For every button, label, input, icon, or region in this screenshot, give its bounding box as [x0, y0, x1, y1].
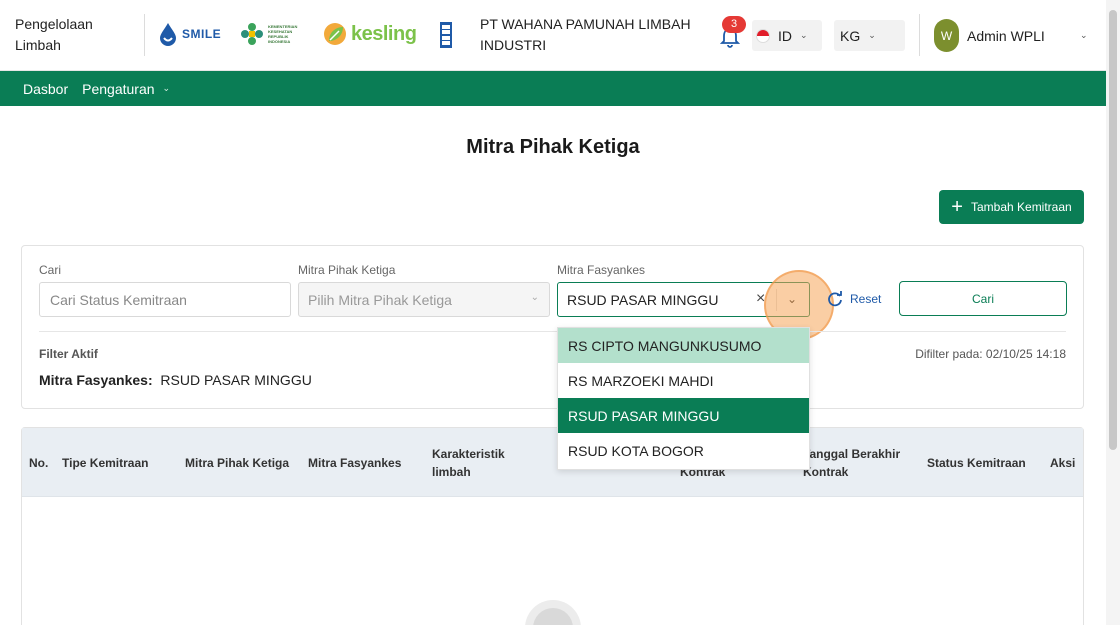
user-menu[interactable]: W Admin WPLI	[934, 19, 1045, 52]
mitra-pihak-ketiga-select[interactable]: Pilih Mitra Pihak Ketiga ⌄	[298, 282, 550, 317]
add-partnership-button[interactable]: + Tambah Kemitraan	[939, 190, 1084, 224]
mitra-fasyankes-value: RSUD PASAR MINGGU	[567, 291, 719, 308]
header-divider	[919, 14, 920, 56]
undp-logo	[440, 22, 452, 48]
dropdown-option[interactable]: RSUD KOTA BOGOR	[558, 433, 809, 468]
column-header-mitra: Mitra Pihak Ketiga	[185, 456, 290, 470]
kesling-logo: kesling	[323, 21, 417, 47]
nav-item-dasbor[interactable]: Dasbor	[23, 81, 68, 97]
unit-value: KG	[840, 27, 861, 44]
nav-item-pengaturan[interactable]: Pengaturan ⌄	[82, 81, 170, 97]
language-value: ID	[778, 27, 792, 44]
chevron-down-icon: ⌄	[868, 30, 876, 40]
plus-icon: +	[951, 196, 963, 218]
scrollbar-thumb[interactable]	[1109, 10, 1117, 450]
dropdown-option[interactable]: RS MARZOEKI MAHDI	[558, 363, 809, 398]
chevron-down-icon: ⌄	[800, 30, 808, 40]
company-name: PT WAHANA PAMUNAH LIMBAH INDUSTRI	[480, 16, 691, 53]
table-header	[22, 428, 1083, 497]
avatar: W	[934, 19, 959, 52]
header-divider	[144, 14, 145, 56]
chevron-down-icon: ⌄	[162, 83, 171, 93]
indonesia-flag-icon	[756, 28, 770, 43]
filter-divider	[39, 331, 1066, 332]
active-filter-title: Filter Aktif	[39, 347, 98, 361]
unit-select[interactable]: KG ⌄	[834, 20, 905, 51]
reset-button[interactable]: Reset	[826, 290, 881, 308]
page-title: Mitra Pihak Ketiga	[466, 136, 640, 158]
filtered-at-timestamp: Difilter pada: 02/10/25 14:18	[915, 347, 1066, 361]
mitra-pihak-ketiga-label: Mitra Pihak Ketiga	[298, 263, 396, 277]
column-header-status: Status Kemitraan	[927, 456, 1026, 470]
search-label: Cari	[39, 263, 62, 277]
column-header-aksi: Aksi	[1050, 456, 1076, 470]
app-name: Pengelolaan Limbah	[15, 16, 93, 53]
chevron-down-icon: ⌄	[530, 292, 539, 303]
notification-badge: 3	[722, 16, 746, 33]
language-select[interactable]: ID ⌄	[752, 20, 822, 51]
column-header-no: No.	[29, 456, 49, 470]
active-filter-chip: Mitra Fasyankes: RSUD PASAR MINGGU	[39, 372, 312, 388]
refresh-icon	[828, 291, 842, 307]
kemkes-logo: KEMENTERIAN KESEHATAN REPUBLIK INDONESIA	[240, 22, 304, 46]
column-header-tipe: Tipe Kemitraan	[62, 456, 149, 470]
column-header-karakteristik: Karakteristik limbah	[432, 447, 505, 479]
user-chevron-down-icon[interactable]: ⌄	[1080, 30, 1088, 41]
user-name: Admin WPLI	[967, 27, 1045, 44]
dropdown-option-selected[interactable]: RSUD PASAR MINGGU	[558, 398, 809, 433]
mitra-fasyankes-label: Mitra Fasyankes	[557, 263, 646, 277]
search-input[interactable]: Cari Status Kemitraan	[39, 282, 291, 317]
main-navbar: Dasbor Pengaturan ⌄	[0, 71, 1106, 106]
search-button[interactable]: Cari	[899, 281, 1067, 316]
fasyankes-dropdown-menu: RS CIPTO MANGUNKUSUMO RS MARZOEKI MAHDI …	[557, 327, 810, 470]
dropdown-option[interactable]: RS CIPTO MANGUNKUSUMO	[558, 328, 809, 363]
column-header-fasyankes: Mitra Fasyankes	[308, 456, 402, 470]
column-header-tanggal-berakhir: Tanggal Berakhir Kontrak	[803, 447, 901, 479]
smile-logo: SMILE	[157, 22, 221, 46]
